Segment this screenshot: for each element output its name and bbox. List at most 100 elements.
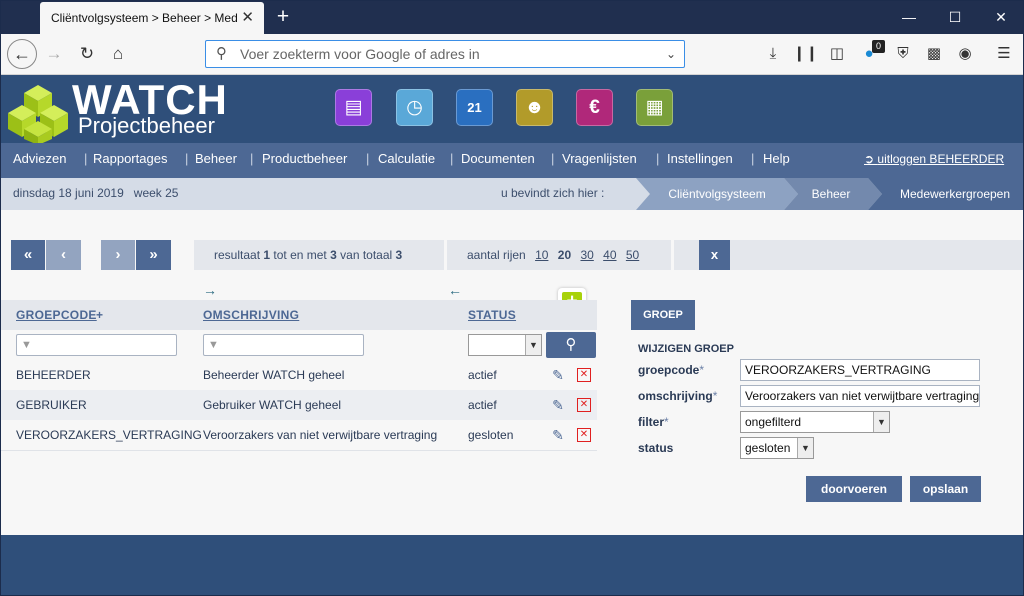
menu-item-help[interactable]: Help: [763, 143, 790, 175]
breadcrumb-beheer[interactable]: Beheer: [798, 178, 864, 210]
column-header-status[interactable]: STATUS: [468, 308, 516, 322]
result-to: 3: [330, 248, 337, 262]
status-select[interactable]: ▼ gesloten: [740, 437, 814, 459]
column-header-omschrijving[interactable]: OMSCHRIJVING: [203, 308, 299, 322]
maximize-icon[interactable]: ☐: [932, 0, 978, 34]
filter-label: filter*: [638, 415, 669, 429]
rows-option-50[interactable]: 50: [626, 248, 639, 262]
result-from: 1: [263, 248, 271, 262]
chevron-down-icon[interactable]: ⌄: [666, 41, 676, 67]
filter-label-text: filter: [638, 415, 665, 429]
minimize-icon[interactable]: —: [886, 0, 932, 34]
groepcode-field[interactable]: VEROORZAKERS_VERTRAGING: [740, 359, 980, 381]
reload-icon[interactable]: ↻: [73, 40, 101, 68]
table-row[interactable]: GEBRUIKER Gebruiker WATCH geheel actief …: [0, 390, 597, 420]
rows-option-10[interactable]: 10: [535, 248, 548, 262]
home-icon[interactable]: ⌂: [104, 40, 132, 68]
delete-icon[interactable]: ✕: [577, 398, 591, 412]
logout-link[interactable]: ➲ uitloggen BEHEERDER: [864, 143, 1004, 175]
forward-icon[interactable]: →: [40, 40, 68, 68]
sidebar-icon[interactable]: ◫: [825, 40, 849, 68]
table-row[interactable]: BEHEERDER Beheerder WATCH geheel actief …: [0, 360, 597, 390]
qr-icon[interactable]: ▩: [922, 40, 946, 68]
rows-option-20[interactable]: 20: [558, 248, 571, 262]
notification-badge: 0: [872, 40, 885, 53]
menu-divider: |: [185, 151, 189, 166]
form-heading: WIJZIGEN GROEP: [638, 343, 734, 355]
account-icon[interactable]: ◉: [953, 40, 977, 68]
arrow-right-icon[interactable]: →: [203, 282, 217, 298]
tab-close-icon[interactable]: ✕: [241, 2, 254, 34]
browser-tab[interactable]: Cliëntvolgsysteem > Beheer > Med ✕: [40, 2, 264, 34]
status-filter-select[interactable]: ▼: [468, 334, 542, 356]
menu-divider: |: [450, 151, 454, 166]
omschrijving-field[interactable]: Veroorzakers van niet verwijtbare vertra…: [740, 385, 980, 407]
clock-app-icon[interactable]: ◷: [396, 89, 433, 126]
last-page-button[interactable]: »: [136, 240, 171, 270]
next-page-button[interactable]: ›: [101, 240, 135, 270]
menu-item-calculatie[interactable]: Calculatie: [378, 143, 435, 175]
shield-icon[interactable]: ⛨: [891, 40, 915, 68]
menu-item-beheer[interactable]: Beheer: [195, 143, 237, 175]
window-close-icon[interactable]: ✕: [978, 0, 1024, 34]
menu-item-productbeheer[interactable]: Productbeheer: [262, 143, 347, 175]
doorvoeren-button[interactable]: doorvoeren: [806, 476, 902, 502]
sort-plus-icon[interactable]: +: [96, 308, 103, 322]
menu-item-vragenlijsten[interactable]: Vragenlijsten: [562, 143, 637, 175]
menu-item-instellingen[interactable]: Instellingen: [667, 143, 733, 175]
result-mid: tot en met: [273, 248, 327, 262]
url-input[interactable]: ⚲ Voer zoekterm voor Google of adres in …: [205, 40, 685, 68]
euro-app-icon[interactable]: €: [576, 89, 613, 126]
menu-divider: |: [366, 151, 370, 166]
arrow-left-icon[interactable]: ←: [448, 282, 462, 298]
edit-icon[interactable]: ✎: [550, 367, 566, 383]
search-icon: ⚲: [565, 336, 577, 353]
opslaan-button[interactable]: opslaan: [910, 476, 981, 502]
search-icon: ⚲: [216, 45, 227, 62]
library-icon[interactable]: ❙❙: [793, 40, 818, 68]
export-excel-button[interactable]: x: [699, 240, 730, 270]
groepcode-label: groepcode*: [638, 363, 704, 377]
rows-option-30[interactable]: 30: [580, 248, 593, 262]
tab-groep[interactable]: GROEP: [631, 300, 695, 330]
breadcrumb-clientvolgsysteem[interactable]: Cliëntvolgsysteem: [650, 178, 784, 210]
omschrijving-filter-input[interactable]: ▼: [203, 334, 364, 356]
search-button[interactable]: ⚲: [546, 332, 596, 358]
new-tab-button[interactable]: +: [272, 3, 294, 31]
first-page-button[interactable]: «: [11, 240, 45, 270]
menu-item-documenten[interactable]: Documenten: [461, 143, 535, 175]
edit-icon[interactable]: ✎: [550, 397, 566, 413]
breadcrumb-medewerkergroepen: Medewerkergroepen: [899, 187, 1011, 201]
calendar-app-icon[interactable]: 21: [456, 89, 493, 126]
column-header-groepcode[interactable]: GROEPCODE: [16, 308, 97, 322]
documents-app-icon[interactable]: ▤: [335, 89, 372, 126]
menu-icon[interactable]: ☰: [992, 40, 1016, 68]
chevron-down-icon: ▼: [797, 438, 813, 458]
filter-select[interactable]: ▼ ongefilterd: [740, 411, 890, 433]
result-total: 3: [395, 248, 403, 262]
cell-groepcode: BEHEERDER: [16, 368, 91, 382]
back-icon[interactable]: ←: [7, 39, 37, 69]
table-row[interactable]: VEROORZAKERS_VERTRAGING Veroorzakers van…: [0, 420, 597, 450]
rows-option-40[interactable]: 40: [603, 248, 616, 262]
menu-divider: |: [84, 151, 88, 166]
url-placeholder: Voer zoekterm voor Google of adres in: [240, 46, 480, 62]
filter-icon: ▼: [208, 339, 219, 351]
result-total-label: van totaal: [340, 248, 393, 262]
groepcode-filter-input[interactable]: ▼: [16, 334, 177, 356]
cell-omschrijving: Gebruiker WATCH geheel: [203, 398, 342, 412]
menu-item-adviezen[interactable]: Adviezen: [13, 143, 66, 175]
download-icon[interactable]: ⤓: [761, 40, 785, 68]
omschrijving-label: omschrijving*: [638, 389, 717, 403]
edit-icon[interactable]: ✎: [550, 427, 566, 443]
calculator-app-icon[interactable]: ▦: [636, 89, 673, 126]
required-mark: *: [712, 389, 718, 403]
users-app-icon[interactable]: ☻: [516, 89, 553, 126]
cell-omschrijving: Veroorzakers van niet verwijtbare vertra…: [203, 428, 438, 442]
date-text: dinsdag 18 juni 2019: [13, 186, 124, 200]
previous-page-button[interactable]: ‹: [46, 240, 81, 270]
menu-item-rapportages[interactable]: Rapportages: [93, 143, 167, 175]
tab-title: Cliëntvolgsysteem > Beheer > Med: [51, 11, 238, 25]
delete-icon[interactable]: ✕: [577, 368, 591, 382]
delete-icon[interactable]: ✕: [577, 428, 591, 442]
